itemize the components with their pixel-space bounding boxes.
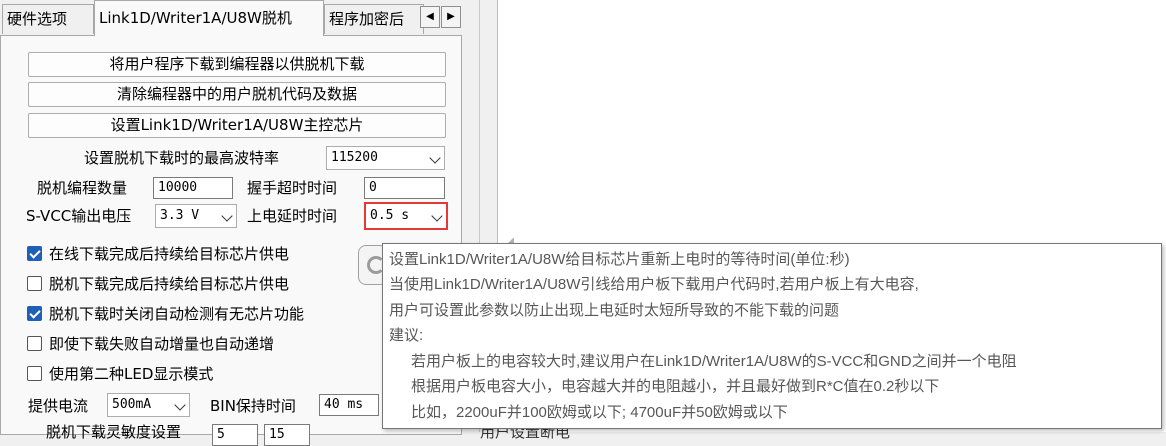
max-baud-value: 115200 — [331, 150, 378, 165]
program-count-label: 脱机编程数量 — [37, 179, 128, 197]
checkbox-keep-power-online[interactable]: 在线下载完成后持续给目标芯片供电 — [27, 242, 367, 266]
tooltip-line: 建议: — [389, 327, 424, 344]
tab-program-encryption[interactable]: 程序加密后 — [324, 4, 424, 34]
tooltip-line: 用户可设置此参数以防止出现上电延时太短所导致的不能下载的问题 — [389, 302, 840, 319]
checkbox-unchecked-icon[interactable] — [27, 366, 42, 381]
tooltip-line: 当使用Link1D/Writer1A/U8W引线给用户板下载用户代码时,若用户板… — [389, 276, 919, 293]
tab-strip: 硬件选项 Link1D/Writer1A/U8W脱机 程序加密后 ◀ ▶ — [0, 0, 497, 36]
checkbox-label: 在线下载完成后持续给目标芯片供电 — [49, 245, 290, 263]
checkbox-label: 即使下载失败自动增量也自动递增 — [49, 335, 275, 353]
chevron-down-icon — [431, 210, 443, 222]
tooltip-line: 设置Link1D/Writer1A/U8W给目标芯片重新上电时的等待时间(单位:… — [389, 251, 850, 268]
program-count-input[interactable]: 10000 — [153, 177, 233, 199]
tab-scroll-left-icon[interactable]: ◀ — [420, 6, 440, 28]
download-to-programmer-button[interactable]: 将用户程序下载到编程器以供脱机下载 — [28, 52, 446, 77]
max-baud-label: 设置脱机下载时的最高波特率 — [84, 149, 280, 167]
power-delay-tooltip: 设置Link1D/Writer1A/U8W给目标芯片重新上电时的等待时间(单位:… — [382, 243, 1162, 429]
checkbox-checked-icon[interactable] — [27, 246, 42, 261]
chevron-down-icon — [174, 399, 186, 411]
supply-current-select[interactable]: 500mA — [107, 393, 190, 417]
checkbox-keep-power-offline[interactable]: 脱机下载完成后持续给目标芯片供电 — [27, 272, 367, 296]
svcc-value: 3.3 V — [160, 208, 200, 223]
chevron-down-icon — [221, 210, 233, 222]
tooltip-line: 比如，2200uF并100欧姆或以下; 4700uF并50欧姆或以下 — [411, 404, 788, 421]
checkbox-label: 脱机下载完成后持续给目标芯片供电 — [49, 275, 290, 293]
tab-link1d-offline[interactable]: Link1D/Writer1A/U8W脱机 — [94, 0, 324, 36]
checkbox-label: 使用第二种LED显示模式 — [49, 365, 214, 383]
bin-hold-input[interactable]: 40 ms — [319, 394, 379, 416]
tab-hardware-options[interactable]: 硬件选项 — [2, 4, 94, 34]
checkbox-unchecked-icon[interactable] — [27, 336, 42, 351]
power-delay-value: 0.5 s — [370, 208, 410, 223]
checkbox-checked-icon[interactable] — [27, 306, 42, 321]
tab-scroll-right-icon[interactable]: ▶ — [441, 6, 461, 28]
power-delay-select[interactable]: 0.5 s — [364, 202, 448, 230]
handshake-timeout-input[interactable]: 0 — [364, 177, 445, 199]
sensitivity-input-b[interactable]: 15 — [264, 424, 310, 446]
supply-current-label: 提供电流 — [28, 397, 89, 415]
svcc-select[interactable]: 3.3 V — [155, 204, 237, 228]
checkbox-disable-chip-detect[interactable]: 脱机下载时关闭自动检测有无芯片功能 — [27, 302, 367, 326]
tooltip-line: 根据用户板电容大小，电容越大并的电阻越小，并且最好做到R*C值在0.2秒以下 — [411, 378, 940, 395]
sensitivity-label: 脱机下载灵敏度设置 — [46, 423, 182, 441]
power-delay-label: 上电延时时间 — [247, 207, 338, 225]
clear-offline-code-button[interactable]: 清除编程器中的用户脱机代码及数据 — [28, 82, 446, 107]
bin-hold-label: BIN保持时间 — [210, 397, 296, 415]
checkbox-second-led-mode[interactable]: 使用第二种LED显示模式 — [27, 362, 367, 386]
checkbox-increment-on-fail[interactable]: 即使下载失败自动增量也自动递增 — [27, 332, 367, 356]
max-baud-select[interactable]: 115200 — [326, 146, 445, 170]
checkbox-unchecked-icon[interactable] — [27, 276, 42, 291]
handshake-timeout-label: 握手超时时间 — [247, 179, 338, 197]
tooltip-line: 若用户板上的电容较大时,建议用户在Link1D/Writer1A/U8W的S-V… — [411, 353, 1017, 370]
chevron-down-icon — [429, 152, 441, 164]
checkbox-label: 脱机下载时关闭自动检测有无芯片功能 — [49, 305, 305, 323]
set-main-chip-button[interactable]: 设置Link1D/Writer1A/U8W主控芯片 — [28, 113, 446, 138]
sensitivity-input-a[interactable]: 5 — [212, 424, 258, 446]
svcc-label: S-VCC输出电压 — [26, 207, 132, 225]
supply-current-value: 500mA — [112, 397, 152, 412]
